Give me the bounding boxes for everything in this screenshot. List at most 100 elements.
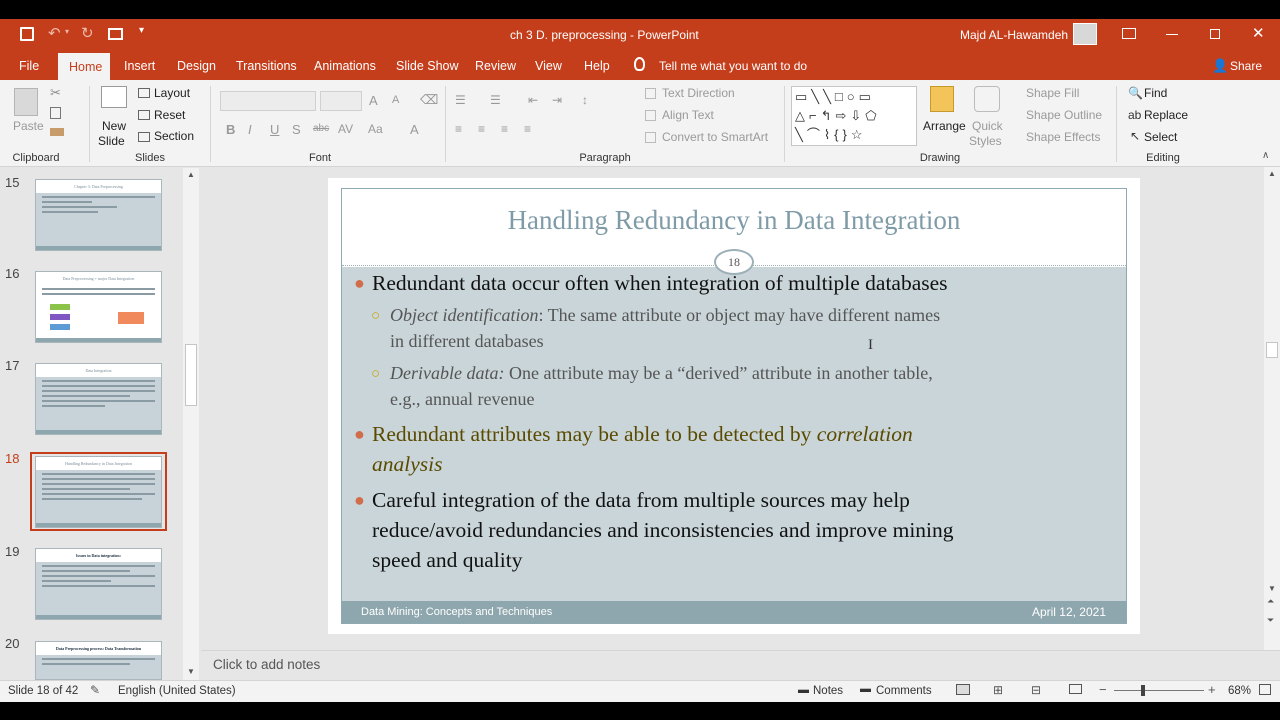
spellcheck-icon[interactable]: ✎ (90, 683, 100, 697)
thumbnail-scrollbar[interactable]: ▲ ▼ (183, 168, 199, 680)
slide-sorter-icon[interactable]: ⊞ (993, 683, 1003, 697)
slideshow-view-icon[interactable] (1069, 684, 1082, 694)
redo-icon[interactable]: ↻ (81, 24, 94, 42)
notes-placeholder[interactable]: Click to add notes (213, 657, 320, 672)
quick-styles-label-1[interactable]: Quick (972, 119, 1003, 133)
zoom-slider[interactable] (1114, 685, 1204, 696)
share-button[interactable]: Share (1230, 59, 1262, 73)
italic-icon[interactable]: I (248, 122, 252, 137)
reading-view-icon[interactable]: ⊟ (1031, 683, 1041, 697)
start-from-beginning-icon[interactable] (108, 28, 123, 40)
slide-thumbnail-16[interactable]: Data Preprocessing + major Data Integrat… (35, 271, 162, 343)
zoom-out-icon[interactable]: − (1099, 682, 1107, 697)
tab-design[interactable]: Design (166, 51, 227, 80)
increase-indent-icon[interactable]: ⇥ (552, 93, 562, 107)
character-spacing-icon[interactable]: AV (338, 122, 353, 136)
thumbnail-scroll-thumb[interactable] (185, 344, 197, 406)
change-case-icon[interactable]: Aa (368, 122, 383, 136)
section-button[interactable]: Section (154, 129, 194, 143)
tab-help[interactable]: Help (573, 51, 621, 80)
comments-toggle[interactable]: Comments (876, 685, 932, 697)
slide-scrollbar[interactable]: ▲ ▼ ⏶ ⏷ (1264, 167, 1280, 650)
avatar[interactable] (1073, 23, 1097, 45)
align-left-icon[interactable]: ≡ (455, 122, 462, 136)
shapes-gallery[interactable]: ▭╲╲□○▭ △⌐↰⇨⇩⬠ ╲⌒⌇{}☆ (791, 86, 917, 146)
arrange-button[interactable]: Arrange (923, 119, 966, 133)
numbering-icon[interactable]: ☰ (490, 93, 501, 107)
layout-button[interactable]: Layout (154, 86, 190, 100)
zoom-slider-thumb[interactable] (1141, 685, 1145, 696)
close-icon[interactable]: ✕ (1252, 24, 1265, 42)
bold-icon[interactable]: B (226, 122, 235, 137)
copy-icon[interactable] (50, 107, 61, 119)
undo-icon[interactable]: ↶ (48, 24, 61, 42)
align-center-icon[interactable]: ≡ (478, 122, 485, 136)
tell-me-search[interactable]: Tell me what you want to do (659, 59, 807, 73)
reset-button[interactable]: Reset (154, 108, 185, 122)
paste-icon[interactable] (14, 88, 38, 116)
replace-button[interactable]: Replace (1144, 108, 1188, 122)
minimize-icon[interactable] (1166, 34, 1178, 35)
tab-transitions[interactable]: Transitions (225, 51, 308, 80)
normal-view-icon[interactable] (956, 684, 970, 695)
slide-scroll-thumb[interactable] (1266, 342, 1278, 358)
clear-formatting-icon[interactable]: ⌫ (420, 92, 438, 108)
tab-slide-show[interactable]: Slide Show (385, 51, 470, 80)
quick-styles-label-2[interactable]: Styles (969, 134, 1002, 148)
tab-review[interactable]: Review (464, 51, 527, 80)
scroll-down-icon[interactable]: ▼ (187, 667, 195, 676)
slide-thumbnail-20[interactable]: Data Preprocessing process: Data Transfo… (35, 641, 162, 680)
save-icon[interactable] (20, 27, 34, 41)
paste-button[interactable]: Paste (13, 119, 44, 133)
justify-icon[interactable]: ≡ (524, 122, 531, 136)
zoom-level[interactable]: 68% (1228, 685, 1251, 697)
slide-thumbnail-15[interactable]: Chapter 3: Data Preprocessing (35, 179, 162, 251)
font-color-icon[interactable]: A (410, 122, 419, 137)
zoom-in-icon[interactable]: + (1208, 682, 1216, 697)
user-name[interactable]: Majd AL-Hawamdeh (960, 28, 1068, 42)
underline-icon[interactable]: U (270, 122, 279, 137)
ribbon-display-icon[interactable] (1122, 28, 1136, 39)
font-size-dropdown[interactable] (320, 91, 362, 111)
cut-icon[interactable]: ✂ (50, 85, 61, 101)
tab-view[interactable]: View (524, 51, 573, 80)
decrease-font-icon[interactable]: A (392, 94, 399, 106)
new-slide-icon[interactable] (101, 86, 127, 108)
undo-dropdown-icon[interactable]: ▾ (65, 27, 69, 36)
convert-smartart-button[interactable]: Convert to SmartArt (662, 130, 768, 144)
line-spacing-icon[interactable]: ↕ (582, 93, 588, 107)
new-slide-label-1[interactable]: New (102, 119, 126, 133)
next-slide-icon[interactable]: ⏷ (1267, 615, 1274, 626)
notes-pane[interactable]: Click to add notes (201, 650, 1280, 680)
tab-animations[interactable]: Animations (303, 51, 387, 80)
shadow-icon[interactable]: S (292, 122, 301, 137)
notes-toggle[interactable]: Notes (813, 685, 843, 697)
maximize-icon[interactable] (1210, 29, 1220, 39)
strikethrough-icon[interactable]: abc (313, 123, 329, 134)
slide-thumbnail-17[interactable]: Data Integration (35, 363, 162, 435)
new-slide-label-2[interactable]: Slide (98, 134, 125, 148)
shape-outline-button[interactable]: Shape Outline (1026, 108, 1102, 122)
find-button[interactable]: Find (1144, 86, 1167, 100)
collapse-ribbon-icon[interactable]: ∧ (1262, 150, 1269, 161)
decrease-indent-icon[interactable]: ⇤ (528, 93, 538, 107)
language-indicator[interactable]: English (United States) (118, 685, 236, 697)
scroll-down-icon[interactable]: ▼ (1268, 584, 1276, 593)
align-right-icon[interactable]: ≡ (501, 122, 508, 136)
slide-thumbnail-19[interactable]: Issues in Data integration: (35, 548, 162, 620)
tab-home[interactable]: Home (58, 53, 110, 80)
shape-fill-button[interactable]: Shape Fill (1026, 86, 1079, 100)
slide-content[interactable]: Handling Redundancy in Data Integration … (341, 188, 1127, 624)
select-button[interactable]: Select (1144, 130, 1177, 144)
format-painter-icon[interactable] (50, 128, 64, 136)
bullets-icon[interactable]: ☰ (455, 93, 466, 107)
text-direction-button[interactable]: Text Direction (662, 86, 735, 100)
increase-font-icon[interactable]: A (369, 93, 378, 108)
font-name-dropdown[interactable] (220, 91, 316, 111)
tab-file[interactable]: File (8, 51, 50, 80)
shape-effects-button[interactable]: Shape Effects (1026, 130, 1101, 144)
tab-insert[interactable]: Insert (113, 51, 166, 80)
align-text-button[interactable]: Align Text (662, 108, 714, 122)
slide-thumbnail-18[interactable]: Handling Redundancy in Data Integration (35, 456, 162, 528)
scroll-up-icon[interactable]: ▲ (1268, 169, 1276, 178)
